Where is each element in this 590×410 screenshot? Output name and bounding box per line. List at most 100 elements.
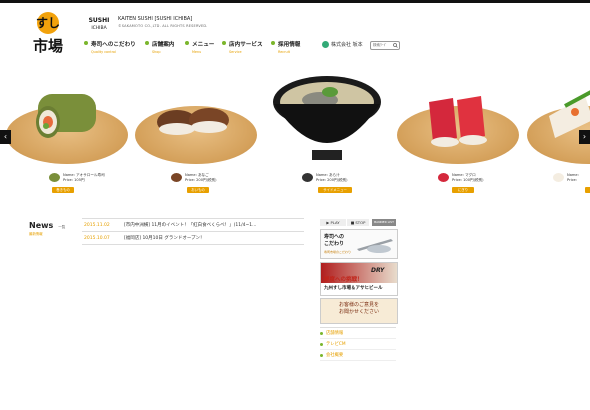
news-text[interactable]: [市内中洲横] 11月のイベント！「紅白食べくらべ！」(11/4~1...: [124, 222, 256, 228]
banner-asahi[interactable]: DRY 鮮度への挑戦！ 九州すし市場＆アサヒビール: [320, 262, 398, 296]
nav-item-quality[interactable]: 寿司へのこだわり Quality control: [84, 40, 145, 54]
banner-title: 鮮度への挑戦！: [324, 277, 363, 283]
partner-link[interactable]: 株式会社 坂本: [322, 41, 363, 48]
play-label: PLAY: [330, 220, 340, 225]
category-button[interactable]: 巻きもの: [52, 187, 74, 193]
anago-sushi-image: [157, 108, 229, 135]
thumb-image: [302, 173, 313, 182]
slide-item[interactable]: Name: アオサロール寿司 Price: 105円 巻きもの: [6, 72, 128, 197]
news-list-link[interactable]: 一覧: [58, 225, 65, 229]
slide-price: Price:: [567, 178, 577, 182]
svg-text:すし: すし: [36, 16, 60, 30]
side-link-tvcm[interactable]: テレビCM: [320, 339, 396, 350]
banner-list-button[interactable]: BANNER LIST: [372, 219, 396, 226]
side-links: 店舗情報 テレビCM 会社概要: [320, 327, 396, 361]
slide-item[interactable]: Name: あなご Price: 200円(税別) おいもの: [135, 72, 257, 197]
nav-sublabel: Recruit: [278, 50, 290, 54]
slide-item[interactable]: Name: マグロ Price: 100円(税別) にぎり: [397, 72, 519, 197]
slide-caption: Name: あなご Price: 200円(税別): [171, 173, 217, 183]
slide-price: Price: 105円: [63, 178, 85, 182]
nav-label: メニュー: [192, 42, 215, 48]
banner-title: お聞かせください: [338, 309, 379, 315]
category-button[interactable]: にぎり: [452, 187, 474, 193]
nav-sublabel: Service: [229, 50, 242, 54]
news-list: 2015.11.02 [市内中洲横] 11月のイベント！「紅白食べくらべ！」(1…: [82, 218, 304, 245]
banner-quality[interactable]: 寿司への こだわり 寿司市場のこだわり: [320, 229, 398, 259]
banner-title: お客様のご意見を: [338, 302, 379, 308]
nav-item-service[interactable]: 店内サービス Service: [222, 40, 271, 54]
thumb-image: [553, 173, 564, 182]
news-heading: News 一覧 最新情報: [29, 221, 65, 236]
search-box[interactable]: 検索ﾜｰﾄﾞ: [370, 41, 400, 50]
category-button[interactable]: サイドメニュー: [318, 187, 352, 193]
partner-label: 株式会社 坂本: [331, 42, 363, 48]
news-row[interactable]: 2015.10.07 [福岡店] 10月10日 グランドオープン！: [82, 231, 304, 245]
nav-bullet-icon: [271, 41, 275, 45]
category-button[interactable]: [585, 187, 590, 193]
nav-sublabel: Shop: [152, 50, 161, 54]
slide-caption: Name: あら汁 Price: 200円(税別): [302, 173, 348, 183]
slide-caption: Name: マグロ Price: 100円(税別): [438, 173, 484, 183]
global-nav: 寿司へのこだわり Quality control 店舗案内 Shop メニュー …: [84, 40, 308, 54]
stop-button[interactable]: ■ STOP: [347, 219, 369, 226]
link-bullet-icon: [320, 342, 323, 346]
thumb-image: [438, 173, 449, 182]
category-button[interactable]: おいもの: [187, 187, 209, 193]
sushi-roll-image: [36, 94, 96, 138]
nav-bullet-icon: [84, 41, 88, 45]
slide-price: Price: 100円(税別): [452, 178, 484, 182]
corporate-info: KAITEN SUSHI [SUSHI ICHIBA] ©SAKAMOTO CO…: [118, 16, 208, 30]
side-link-label: テレビCM: [326, 342, 346, 347]
slider-next-arrow-icon[interactable]: ›: [579, 130, 590, 144]
side-link-shop[interactable]: 店舗情報: [320, 328, 396, 339]
link-bullet-icon: [320, 331, 323, 335]
link-bullet-icon: [320, 353, 323, 357]
side-link-label: 会社概要: [326, 353, 344, 358]
top-bar: [0, 0, 590, 3]
maguro-sushi-image: [429, 96, 487, 147]
nav-label: 寿司へのこだわり: [91, 42, 136, 48]
play-button[interactable]: ▶ PLAY: [320, 219, 346, 226]
nav-item-menu[interactable]: メニュー Menu: [185, 40, 222, 54]
thumb-image: [49, 173, 60, 182]
news-date: 2015.11.02: [84, 222, 110, 228]
svg-text:SUSHI: SUSHI: [89, 17, 110, 24]
copyright: ©SAKAMOTO CO.,LTD. ALL RIGHTS RESERVED.: [118, 24, 208, 28]
corp-title: KAITEN SUSHI [SUSHI ICHIBA]: [118, 16, 193, 22]
search-icon[interactable]: [393, 43, 398, 48]
nav-label: 採用情報: [278, 42, 301, 48]
slide-price: Price: 200円(税別): [316, 178, 348, 182]
nav-bullet-icon: [222, 41, 226, 45]
thumb-image: [171, 173, 182, 182]
banner-title: 寿司への: [324, 234, 345, 240]
sushi-ichiba-sublogo: SUSHI ICHIBA: [88, 14, 110, 32]
side-link-company[interactable]: 会社概要: [320, 350, 396, 361]
news-date: 2015.10.07: [84, 235, 110, 241]
nav-bullet-icon: [185, 41, 189, 45]
stop-label: STOP: [355, 220, 366, 225]
knife-fish-image: [357, 239, 393, 253]
news-row[interactable]: 2015.11.02 [市内中洲横] 11月のイベント！「紅白食べくらべ！」(1…: [82, 218, 304, 231]
banner-brand: DRY: [371, 267, 385, 274]
banner-feedback[interactable]: お客様のご意見を お聞かせください: [320, 298, 398, 324]
hero-slider: Name: アオサロール寿司 Price: 105円 巻きもの Name: あな…: [0, 72, 590, 202]
slide-price: Price: 200円(税別): [185, 178, 217, 182]
nav-item-recruit[interactable]: 採用情報 Recruit: [271, 40, 308, 54]
slider-prev-arrow-icon[interactable]: ‹: [0, 130, 11, 144]
ara-jiru-bowl-image: [273, 76, 381, 160]
svg-text:ICHIBA: ICHIBA: [91, 25, 107, 31]
slide-caption: Name: Price:: [553, 173, 579, 183]
nav-item-shop[interactable]: 店舗案内 Shop: [145, 40, 185, 54]
nav-label: 店内サービス: [229, 42, 263, 48]
news-text[interactable]: [福岡店] 10月10日 グランドオープン！: [124, 235, 205, 241]
side-link-label: 店舗情報: [326, 331, 344, 336]
search-placeholder: 検索ﾜｰﾄﾞ: [373, 43, 387, 47]
svg-text:市場: 市場: [33, 37, 63, 55]
site-logo[interactable]: すし 市場: [28, 9, 68, 63]
banner-subtitle: 寿司市場のこだわり: [324, 250, 352, 254]
partner-logo-icon: [322, 41, 329, 48]
slide-item[interactable]: Name: あら汁 Price: 200円(税別) サイドメニュー: [270, 72, 385, 197]
banner-subtitle: 九州すし市場＆アサヒビール: [324, 286, 383, 291]
nav-bullet-icon: [145, 41, 149, 45]
news-title: News: [29, 221, 54, 230]
